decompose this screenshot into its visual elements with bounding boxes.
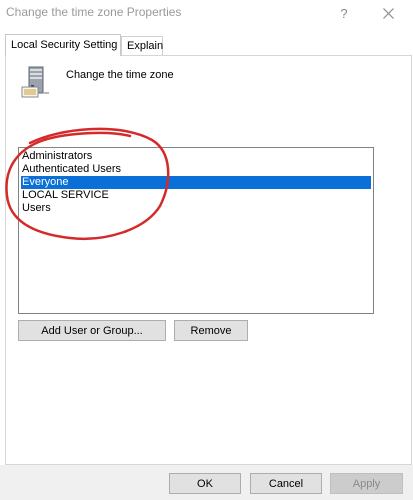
ok-button[interactable]: OK [169,473,241,494]
help-button[interactable]: ? [326,0,362,26]
server-computer-icon [21,66,49,98]
list-item[interactable]: Authenticated Users [21,163,371,176]
list-item[interactable]: Users [21,202,371,215]
remove-button[interactable]: Remove [174,320,248,341]
policy-title: Change the time zone [66,69,174,81]
tab-explain[interactable]: Explain [121,36,163,55]
list-item[interactable]: LOCAL SERVICE [21,189,371,202]
dialog-footer: OK Cancel Apply [0,465,413,500]
window-title: Change the time zone Properties [6,5,182,19]
tab-panel: Change the time zone Administrators Auth… [5,55,412,465]
close-icon [382,7,394,19]
help-icon: ? [340,5,348,21]
list-item-selected[interactable]: Everyone [21,176,371,189]
title-bar[interactable]: Change the time zone Properties ? [0,0,413,26]
properties-dialog: Change the time zone Properties ? Local … [0,0,413,500]
cancel-button[interactable]: Cancel [250,473,322,494]
close-button[interactable] [370,0,406,26]
accounts-listbox[interactable]: Administrators Authenticated Users Every… [18,147,374,314]
tab-local-security-setting[interactable]: Local Security Setting [5,34,121,56]
add-user-or-group-button[interactable]: Add User or Group... [18,320,166,341]
apply-button[interactable]: Apply [330,473,403,494]
tab-strip: Local Security Setting Explain [0,30,413,56]
list-item[interactable]: Administrators [21,150,371,163]
